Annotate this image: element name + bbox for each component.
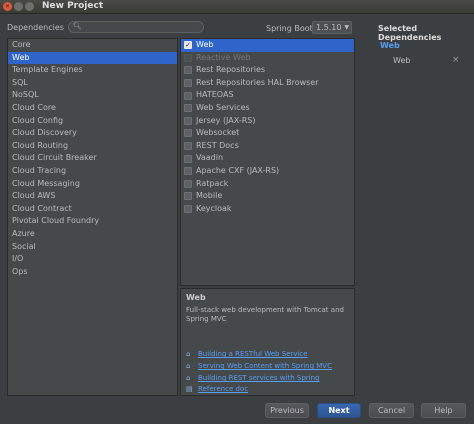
category-item[interactable]: Social: [8, 241, 177, 254]
dependency-item[interactable]: Mobile: [181, 190, 354, 203]
dependency-label: Reactive Web: [196, 52, 251, 62]
close-window-button[interactable]: ✕: [3, 2, 12, 11]
dependency-item[interactable]: Rest Repositories HAL Browser: [181, 77, 354, 90]
home-icon: ⌂: [186, 374, 191, 382]
help-button[interactable]: Help: [421, 403, 466, 418]
checkbox-icon[interactable]: [184, 192, 192, 201]
maximize-window-button[interactable]: [25, 2, 34, 11]
checkbox-icon[interactable]: [184, 91, 192, 100]
description-text: Full-stack web development with Tomcat a…: [186, 306, 344, 323]
dependency-item[interactable]: Ratpack: [181, 178, 354, 191]
spring-boot-version-select[interactable]: 1.5.10 ▼: [312, 21, 352, 34]
search-input[interactable]: [85, 22, 199, 32]
dependency-label: Web Services: [196, 102, 250, 112]
dependency-item[interactable]: ✓ Web: [181, 39, 354, 52]
dependency-label: Vaadin: [196, 153, 224, 163]
dependency-item[interactable]: Web Services: [181, 102, 354, 115]
dependency-item: Reactive Web: [181, 52, 354, 65]
category-item[interactable]: Core: [8, 39, 177, 52]
checkbox-icon[interactable]: [184, 205, 192, 214]
dependency-label: Jersey (JAX-RS): [196, 115, 256, 125]
next-button[interactable]: Next: [317, 403, 361, 418]
dependency-label: REST Docs: [196, 140, 239, 150]
checkbox-icon[interactable]: [184, 179, 192, 188]
selected-group-web: Web: [380, 41, 400, 50]
title-bar: ✕ New Project: [0, 0, 474, 14]
spring-boot-label: Spring Boot: [266, 24, 313, 33]
dependency-item[interactable]: Jersey (JAX-RS): [181, 115, 354, 128]
category-item[interactable]: Azure: [8, 228, 177, 241]
guide-link-restful[interactable]: ⌂ Building a RESTful Web Service: [186, 349, 308, 359]
category-item[interactable]: SQL: [8, 77, 177, 90]
checkbox-icon[interactable]: [184, 154, 192, 163]
category-item[interactable]: Cloud Messaging: [8, 178, 177, 191]
checkbox-icon[interactable]: [184, 129, 192, 138]
dependency-label: Apache CXF (JAX-RS): [196, 165, 280, 175]
guide-link-serving-web[interactable]: ⌂ Serving Web Content with Spring MVC: [186, 361, 332, 371]
dependency-item[interactable]: Keycloak: [181, 203, 354, 216]
category-item[interactable]: NoSQL: [8, 89, 177, 102]
category-item[interactable]: Pivotal Cloud Foundry: [8, 215, 177, 228]
category-item[interactable]: Web: [8, 51, 177, 65]
category-item[interactable]: Cloud Core: [8, 102, 177, 115]
selected-dependency-web: Web: [393, 56, 411, 65]
dependency-label: Keycloak: [196, 203, 232, 213]
selected-dependencies-title: Selected Dependencies: [378, 24, 442, 42]
book-icon: ▤: [186, 385, 193, 393]
checkbox-icon: [184, 53, 192, 62]
checkbox-icon[interactable]: [184, 142, 192, 151]
version-value: 1.5.10: [316, 23, 342, 32]
checkbox-icon[interactable]: [184, 116, 192, 125]
category-item[interactable]: Cloud Discovery: [8, 127, 177, 140]
dependency-label: Mobile: [196, 191, 223, 201]
checkbox-checked-icon[interactable]: ✓: [184, 41, 192, 50]
category-list: Core Web Template Engines SQL NoSQL Cloud Cor…: [7, 38, 178, 396]
minimize-window-button[interactable]: [14, 2, 23, 11]
home-icon: ⌂: [186, 350, 191, 358]
dependency-item[interactable]: Websocket: [181, 127, 354, 140]
dependency-label: Ratpack: [196, 178, 229, 188]
category-item[interactable]: Cloud Tracing: [8, 165, 177, 178]
category-item[interactable]: Ops: [8, 266, 177, 279]
reference-doc-link[interactable]: ▤ Reference doc: [186, 384, 248, 394]
search-box[interactable]: 🔍︎: [68, 21, 204, 33]
dependency-item[interactable]: HATEOAS: [181, 89, 354, 102]
home-icon: ⌂: [186, 362, 191, 370]
checkbox-icon[interactable]: [184, 167, 192, 176]
category-item[interactable]: Template Engines: [8, 64, 177, 77]
description-title: Web: [186, 293, 206, 302]
checkbox-icon[interactable]: [184, 104, 192, 113]
category-item[interactable]: I/O: [8, 253, 177, 266]
cancel-button[interactable]: Cancel: [369, 403, 414, 418]
checkbox-icon[interactable]: [184, 79, 192, 88]
category-item[interactable]: Cloud Routing: [8, 140, 177, 153]
previous-button[interactable]: Previous: [265, 403, 309, 418]
category-item[interactable]: Cloud Circuit Breaker: [8, 152, 177, 165]
dependency-label: Web: [196, 40, 214, 49]
category-item[interactable]: Cloud AWS: [8, 190, 177, 203]
dependency-item[interactable]: Apache CXF (JAX-RS): [181, 165, 354, 178]
dependency-label: Websocket: [196, 128, 240, 138]
checkbox-icon[interactable]: [184, 66, 192, 75]
dependency-label: Rest Repositories HAL Browser: [196, 77, 319, 87]
category-item[interactable]: Cloud Config: [8, 115, 177, 128]
dependency-item[interactable]: Vaadin: [181, 152, 354, 165]
dependency-label: Rest Repositories: [196, 65, 266, 75]
remove-dependency-icon[interactable]: ×: [452, 55, 460, 65]
dependency-item[interactable]: REST Docs: [181, 140, 354, 153]
dependency-list: ✓ Web Reactive Web Rest Repositories Rest Re…: [180, 38, 355, 286]
dependency-label: HATEOAS: [196, 90, 234, 100]
chevron-down-icon: ▼: [344, 24, 349, 31]
dependency-item[interactable]: Rest Repositories: [181, 64, 354, 77]
search-icon: 🔍︎: [73, 22, 82, 30]
category-item[interactable]: Cloud Contract: [8, 203, 177, 216]
guide-link-rest-services[interactable]: ⌂ Building REST services with Spring: [186, 373, 319, 383]
dependencies-label: Dependencies: [7, 23, 64, 32]
window-title: New Project: [42, 1, 104, 11]
